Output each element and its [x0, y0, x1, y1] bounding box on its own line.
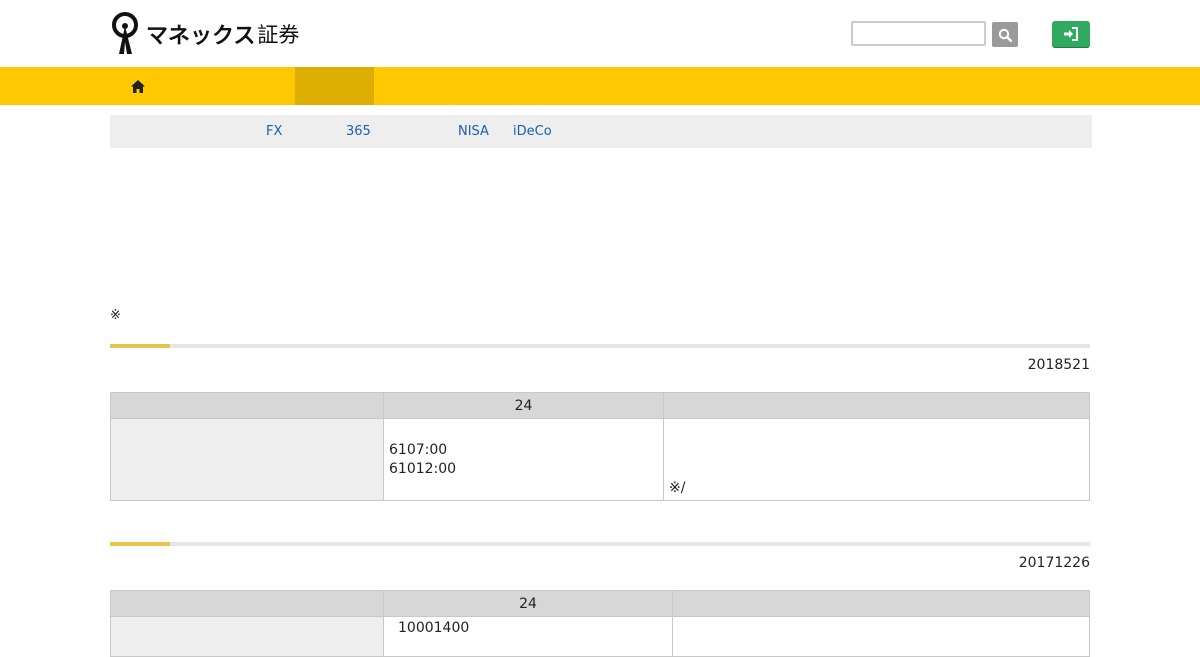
- table-header: [110, 590, 384, 617]
- login-button[interactable]: [1052, 21, 1090, 47]
- logo-text-securities: 証券: [257, 23, 300, 47]
- table-cell-times: 6107:00 61012:00: [383, 418, 664, 501]
- section-date: 2018521: [1027, 357, 1090, 373]
- nav-home[interactable]: [120, 67, 156, 105]
- table-header: [672, 590, 1090, 617]
- nav-item-active[interactable]: [295, 67, 374, 105]
- table-header: [663, 392, 1090, 419]
- search-input[interactable]: [851, 21, 986, 46]
- subnav-link-fx[interactable]: FX: [266, 124, 282, 139]
- table-cell-remark: ※/: [663, 418, 1090, 501]
- time-line: 61012:00: [389, 460, 457, 477]
- table-cell-label: [110, 418, 384, 501]
- login-icon: [1064, 27, 1078, 41]
- time-line: 6107:00: [389, 441, 448, 458]
- schedule-table: 24 6107:00 61012:00 ※/: [110, 392, 1090, 501]
- table-header: [110, 392, 384, 419]
- table-cell-times: 10001400: [383, 616, 673, 657]
- table-header: 24: [383, 392, 664, 419]
- table-header: 24: [383, 590, 673, 617]
- search-icon: [998, 28, 1012, 42]
- main-nav: [0, 67, 1200, 105]
- sub-nav: FX 365 NISA iDeCo: [110, 115, 1092, 148]
- table-cell-label: [110, 616, 384, 657]
- subnav-link-ideco[interactable]: iDeCo: [513, 124, 552, 139]
- section-date: 20171226: [1018, 555, 1090, 571]
- home-icon: [131, 79, 145, 93]
- header: マネックス 証券: [0, 0, 1200, 67]
- time-line: 10001400: [398, 620, 470, 636]
- section-divider: [110, 344, 1090, 348]
- subnav-link-365[interactable]: 365: [346, 124, 371, 139]
- logo-text: マネックス: [146, 24, 256, 49]
- monex-logo[interactable]: マネックス 証券: [110, 12, 299, 56]
- monex-figure-logo: [112, 12, 138, 54]
- subnav-link-nisa[interactable]: NISA: [458, 124, 489, 139]
- search-button[interactable]: [992, 22, 1018, 47]
- table-cell-remark: [672, 616, 1090, 657]
- note-mark: ※: [110, 308, 121, 323]
- schedule-table: 24 10001400: [110, 590, 1090, 657]
- section-divider: [110, 542, 1090, 546]
